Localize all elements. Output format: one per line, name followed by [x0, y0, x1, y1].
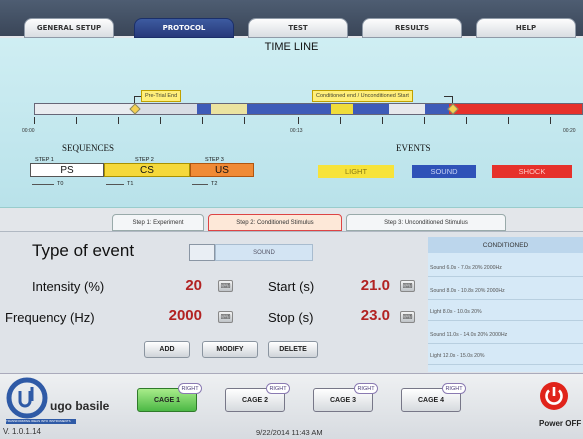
datetime-label: 9/22/2014 11:43 AM [256, 428, 323, 437]
timeline-tick [466, 117, 467, 124]
start-value[interactable]: 21.0 [340, 277, 390, 294]
cage-2-right-badge: RIGHT [266, 383, 290, 394]
track-segment-shock [449, 104, 582, 114]
intensity-label: Intensity (%) [32, 279, 105, 294]
timeline-title: TIME LINE [264, 41, 319, 53]
t1-label: T1 [127, 181, 134, 187]
version-label: V. 1.0.1.14 [3, 427, 41, 436]
sequence-us[interactable]: US [190, 163, 254, 177]
event-shock-legend: SHOCK [492, 165, 572, 178]
track-segment-gap [135, 104, 197, 114]
power-off-button[interactable]: Power OFF [527, 379, 583, 437]
track-segment-sound [425, 104, 449, 114]
track-segment-sound [273, 104, 331, 114]
conditioned-list-header: CONDITIONED [428, 237, 583, 253]
timeline-tick [34, 117, 35, 124]
timeline-tick [550, 117, 551, 124]
conditioned-list-item[interactable]: Sound 8.0s - 10.8s 20% 2000Hz [428, 283, 583, 300]
ugo-basile-logo: ugo basile TRANSFORMING IDEAS INTO INSTR… [6, 377, 126, 424]
start-label: Start (s) [268, 279, 315, 294]
t2-label: T2 [211, 181, 218, 187]
tab-step-1-experiment[interactable]: Step 1: Experiment [112, 214, 204, 231]
type-of-event-swatch[interactable] [189, 244, 215, 261]
track-segment-light [331, 104, 353, 114]
timeline-tick [244, 117, 245, 124]
t0-arrow [32, 184, 54, 185]
conditioned-list-item[interactable]: Light 8.0s - 10.0s 20% [428, 304, 583, 321]
tab-step-3-unconditioned[interactable]: Step 3: Unconditioned Stimulus [346, 214, 506, 231]
type-of-event-label: Type of event [32, 241, 135, 260]
tab-step-2-conditioned[interactable]: Step 2: Conditioned Stimulus [208, 214, 342, 231]
frequency-keyboard-icon[interactable]: ⌨ [218, 311, 233, 323]
track-segment-sound [353, 104, 389, 114]
conditioned-list-item[interactable]: Light 12.0s - 15.0s 20% [428, 348, 583, 365]
stop-keyboard-icon[interactable]: ⌨ [400, 311, 415, 323]
frequency-label: Frequency (Hz) [5, 310, 95, 325]
brand-tagline: TRANSFORMING IDEAS INTO INSTRUMENTS [6, 419, 76, 424]
conditioned-list: CONDITIONED Sound 6.0s - 7.0s 20% 2000Hz… [428, 237, 583, 372]
timeline-panel: TIME LINE [0, 38, 583, 208]
conditioned-list-item[interactable]: Sound 11.0s - 14.0s 20% 2000Hz [428, 327, 583, 344]
delete-button[interactable]: DELETE [268, 341, 318, 358]
pretrial-end-marker: Pre-Trial End [141, 90, 182, 102]
t0-label: T0 [57, 181, 64, 187]
add-button[interactable]: ADD [144, 341, 190, 358]
tab-help[interactable]: HELP [476, 18, 576, 38]
events-title: EVENTS [396, 143, 431, 153]
tab-test[interactable]: TEST [248, 18, 348, 38]
timeline-tick [508, 117, 509, 124]
timeline-tick [202, 117, 203, 124]
timeline-axis-label-start: 00:00 [22, 128, 35, 134]
conditioned-end-connector [444, 96, 452, 97]
stop-label: Stop (s) [268, 310, 314, 325]
cage-3-right-badge: RIGHT [354, 383, 378, 394]
timeline-tick [76, 117, 77, 124]
power-off-label: Power OFF [539, 419, 582, 428]
sequences-title: SEQUENCES [62, 143, 115, 153]
sequence-cs[interactable]: CS [104, 163, 190, 177]
frequency-value[interactable]: 2000 [140, 307, 202, 324]
brand-name: ugo basile [50, 399, 110, 413]
timeline-tick [424, 117, 425, 124]
start-keyboard-icon[interactable]: ⌨ [400, 280, 415, 292]
type-of-event-select[interactable]: SOUND [215, 244, 313, 261]
power-icon [540, 382, 568, 410]
t2-arrow [192, 184, 208, 185]
track-segment-light [211, 104, 247, 114]
timeline-tick [160, 117, 161, 124]
pretrial-end-connector [134, 96, 141, 97]
track-segment-pretrial [35, 104, 135, 114]
event-sound-legend: SOUND [412, 165, 476, 178]
conditioned-list-item[interactable]: Sound 6.0s - 7.0s 20% 2000Hz [428, 260, 583, 277]
track-segment-sound [197, 104, 211, 114]
conditioned-end-marker: Conditioned end / Unconditioned Start [312, 90, 413, 102]
sequence-ps[interactable]: PS [30, 163, 104, 177]
t1-arrow [106, 184, 124, 185]
intensity-value[interactable]: 20 [150, 277, 202, 294]
track-segment-gap [389, 104, 425, 114]
tab-protocol[interactable]: PROTOCOL [134, 18, 234, 38]
timeline-tick [118, 117, 119, 124]
timeline-tick [382, 117, 383, 124]
timeline-tick [340, 117, 341, 124]
cage-4-right-badge: RIGHT [442, 383, 466, 394]
ugo-basile-logo-icon [6, 377, 48, 419]
timeline-axis-label-mid: 00:13 [290, 128, 303, 134]
modify-button[interactable]: MODIFY [202, 341, 258, 358]
stop-value[interactable]: 23.0 [340, 307, 390, 324]
track-segment-sound [247, 104, 273, 114]
tab-general-setup[interactable]: GENERAL SETUP [24, 18, 114, 38]
cage-1-right-badge: RIGHT [178, 383, 202, 394]
intensity-keyboard-icon[interactable]: ⌨ [218, 280, 233, 292]
event-light-legend: LIGHT [318, 165, 394, 178]
timeline-tick [298, 117, 299, 124]
timeline-axis-label-end: 00:20 [563, 128, 576, 134]
timeline-track [34, 103, 583, 115]
tab-results[interactable]: RESULTS [362, 18, 462, 38]
